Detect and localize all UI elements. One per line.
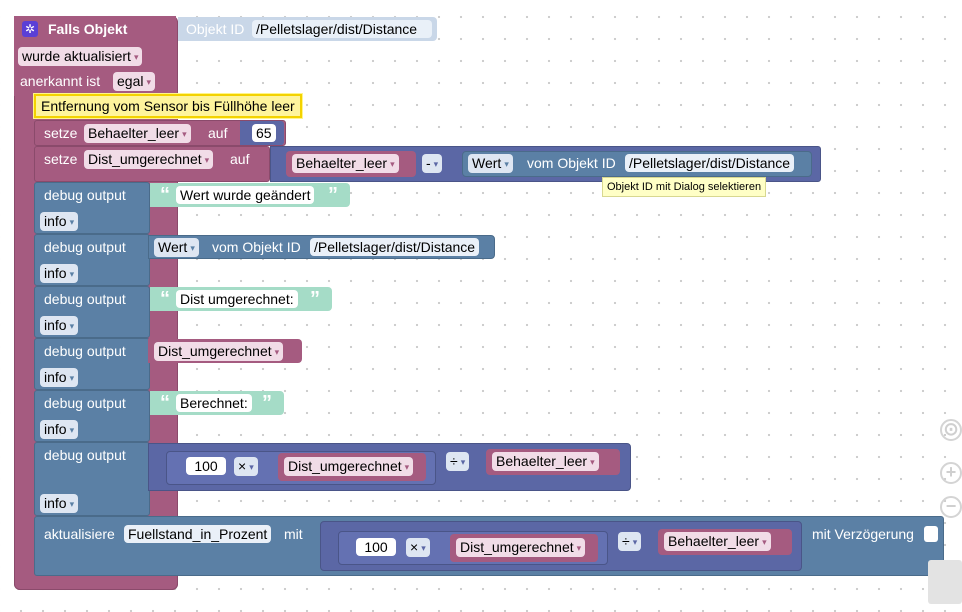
variable-dropdown[interactable]: Dist_umgerechnet ▾ [154,342,284,361]
chevron-down-icon: ▾ [404,462,410,472]
chevron-down-icon: ▾ [762,537,767,547]
debug-label: debug output [44,291,126,307]
chevron-down-icon: ▾ [69,269,75,279]
plus-icon[interactable]: + [940,462,962,484]
set-keyword: setze [44,125,78,141]
set-keyword: setze [44,151,78,167]
debug-label: debug output [44,447,126,463]
text-field[interactable]: Dist umgerechnet: [176,290,298,308]
chevron-down-icon: ▾ [460,457,466,467]
delay-label: mit Verzögerung [812,526,914,542]
variable-dropdown[interactable]: Dist_umgerechnet ▾ [284,457,414,476]
chevron-down-icon: ▾ [249,462,254,472]
operator-dropdown[interactable]: - ▾ [422,154,443,173]
open-quote-icon: “ [160,392,170,414]
multiply-operator-dropdown[interactable]: × ▾ [234,457,258,476]
chevron-down-icon: ▾ [182,129,187,139]
from-object-label: vom Objekt ID [212,239,301,255]
text-field[interactable]: Berechnet: [176,394,252,412]
to-label: auf [230,151,250,167]
from-object-label: vom Objekt ID [527,155,616,171]
object-id-field[interactable]: /Pelletslager/dist/Distance [625,154,795,172]
comment-note[interactable]: Entfernung vom Sensor bis Füllhöhe leer [34,94,302,118]
chevron-down-icon: ▾ [69,373,75,383]
number-field[interactable]: 100 [356,538,396,556]
value-dropdown[interactable]: Wert ▾ [154,238,199,257]
divisor-variable-dropdown[interactable]: Behaelter_leer ▾ [664,532,771,551]
target-icon[interactable]: ⊙ [940,419,962,441]
log-level-dropdown[interactable]: info ▾ [40,420,79,439]
delay-checkbox[interactable] [924,526,938,542]
chevron-down-icon: ▾ [69,321,75,331]
chevron-down-icon: ▾ [632,537,638,547]
multiply-operator-dropdown[interactable]: × ▾ [406,538,430,557]
with-label: mit [284,526,303,542]
chevron-down-icon: ▾ [133,52,139,62]
open-quote-icon: “ [160,288,170,310]
log-level-dropdown[interactable]: info ▾ [40,368,79,387]
close-quote-icon: ” [328,184,338,206]
trash-icon[interactable] [928,560,962,604]
minuend-variable-dropdown[interactable]: Behaelter_leer ▾ [292,154,399,173]
chevron-down-icon: ▾ [274,347,280,357]
tooltip: Objekt ID mit Dialog selektieren [602,177,767,197]
divide-operator-dropdown[interactable]: ÷ ▾ [618,532,642,551]
chevron-down-icon: ▾ [69,499,75,509]
debug-label: debug output [44,343,126,359]
chevron-down-icon: ▾ [69,217,75,227]
state-target-field[interactable]: Fuellstand_in_Prozent [124,525,272,543]
set2-variable-dropdown[interactable]: Dist_umgerechnet ▾ [84,150,214,169]
variable-dropdown[interactable]: Dist_umgerechnet ▾ [456,538,586,557]
log-level-dropdown[interactable]: info ▾ [40,316,79,335]
number-field[interactable]: 100 [186,457,226,475]
open-quote-icon: “ [160,184,170,206]
log-level-dropdown[interactable]: info ▾ [40,264,79,283]
close-quote-icon: ” [262,392,272,414]
gear-icon[interactable]: ✲ [22,21,38,37]
divide-operator-dropdown[interactable]: ÷ ▾ [446,452,470,471]
to-label: auf [208,125,228,141]
chevron-down-icon: ▾ [146,77,151,87]
divisor-variable-dropdown[interactable]: Behaelter_leer ▾ [492,452,599,471]
event-dropdown[interactable]: wurde aktualisiert ▾ [18,47,143,66]
chevron-down-icon: ▾ [390,159,395,169]
trigger-object-id-field[interactable]: /Pelletslager/dist/Distance [252,20,432,38]
debug-label: debug output [44,239,126,255]
chevron-down-icon: ▾ [433,159,439,169]
minus-icon[interactable]: − [940,496,962,518]
ack-dropdown[interactable]: egal ▾ [113,72,155,91]
close-quote-icon: ” [310,288,320,310]
chevron-down-icon: ▾ [190,243,195,253]
set1-variable-dropdown[interactable]: Behaelter_leer ▾ [84,124,191,143]
chevron-down-icon: ▾ [204,155,210,165]
log-level-dropdown[interactable]: info ▾ [40,494,79,513]
chevron-down-icon: ▾ [69,425,75,435]
chevron-down-icon: ▾ [576,543,582,553]
text-field[interactable]: Wert wurde geändert [176,186,315,204]
object-id-field[interactable]: /Pelletslager/dist/Distance [310,238,480,256]
log-level-dropdown[interactable]: info ▾ [40,212,79,231]
value-dropdown[interactable]: Wert ▾ [468,154,513,173]
chevron-down-icon: ▾ [504,159,509,169]
update-keyword: aktualisiere [44,526,115,542]
trigger-title: Falls Objekt [48,21,128,37]
set1-number-field[interactable]: 65 [252,124,276,142]
object-id-label: Objekt ID [186,21,245,37]
chevron-down-icon: ▾ [590,457,595,467]
chevron-down-icon: ▾ [421,543,426,553]
debug-label: debug output [44,395,126,411]
ack-label: anerkannt ist [20,73,101,89]
debug-label: debug output [44,187,126,203]
